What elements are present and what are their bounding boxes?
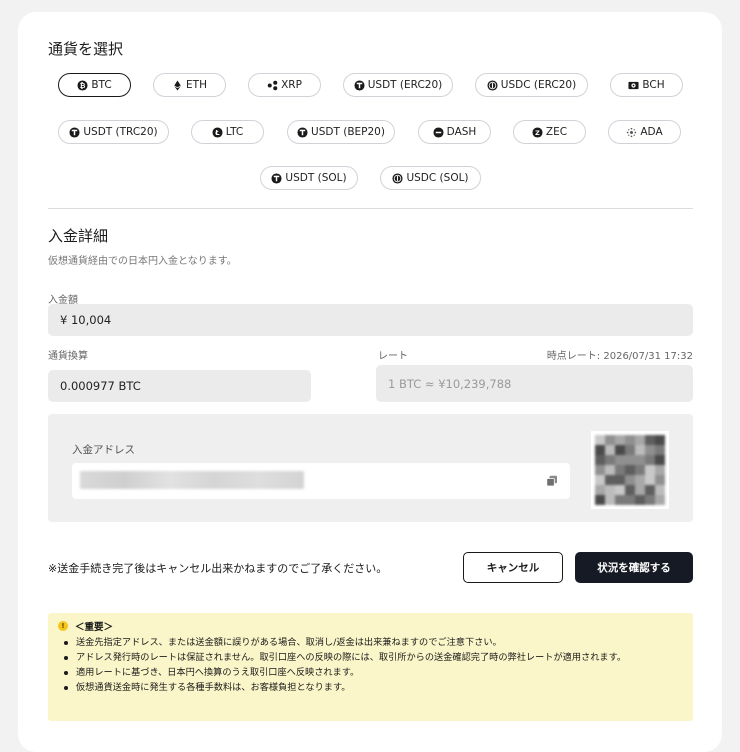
cancel-notice: ※送金手続き完了後はキャンセル出来かねますのでご了承ください。 [48,562,388,575]
currency-label: ZEC [545,126,568,138]
tether-icon [69,126,80,138]
currency-dash[interactable]: DASH [418,120,491,144]
address-label: 入金アドレス [72,444,135,456]
dash-icon [433,126,444,138]
currency-label: BTC [91,79,112,91]
currency-ada[interactable]: ADA [608,120,681,144]
cancel-button[interactable]: キャンセル [463,552,563,583]
amount-field[interactable]: ¥ 10,004 [48,304,693,336]
xrp-icon [267,80,278,90]
currency-bch[interactable]: BCH [610,73,683,97]
deposit-card: 通貨を選択 ₿ BTC ETH XRP USDT (ERC20) USDC (E… [18,12,722,752]
currency-label: USDC (SOL) [406,172,469,184]
cardano-icon [627,127,637,137]
currency-usdt-trc20[interactable]: USDT (TRC20) [58,120,169,144]
qr-code [591,431,669,509]
currency-usdc-sol[interactable]: USDC (SOL) [380,166,481,190]
bch-icon [628,81,639,89]
zcash-icon: Z [532,126,543,138]
rate-field: 1 BTC ≈ ¥10,239,788 [376,365,693,402]
currency-xrp[interactable]: XRP [248,73,321,97]
address-field[interactable] [72,463,570,499]
usdc-icon [392,172,403,184]
currency-section-title: 通貨を選択 [48,40,124,58]
currency-label: USDT (ERC20) [367,79,443,91]
svg-text:₿: ₿ [80,81,86,89]
copy-icon[interactable] [546,475,558,487]
currency-label: USDT (SOL) [285,172,347,184]
currency-label: LTC [225,126,244,138]
currency-eth[interactable]: ETH [153,73,226,97]
ethereum-icon [174,79,181,91]
currency-label: USDT (TRC20) [83,126,158,138]
conversion-field[interactable]: 0.000977 BTC [48,370,311,402]
important-item: アドレス発行時のレートは保証されません。取引口座への反映の際には、取引所からの送… [58,650,683,665]
important-heading: ＜重要＞ [75,622,114,633]
rate-timestamp: 時点レート: 2026/07/31 17:32 [546,351,693,362]
currency-label: ADA [640,126,663,138]
currency-label: USDT (BEP20) [311,126,385,138]
currency-usdt-sol[interactable]: USDT (SOL) [260,166,358,190]
deposit-section-title: 入金詳細 [48,227,109,245]
currency-label: ETH [186,79,207,91]
rate-label: レート [378,351,408,362]
svg-text:Z: Z [535,128,540,136]
currency-ltc[interactable]: Ł LTC [191,120,264,144]
important-notice-box: ! ＜重要＞ 送金先指定アドレス、または送金額に誤りがある場合、取消し/返金は出… [48,613,693,721]
important-item: 送金先指定アドレス、または送金額に誤りがある場合、取消し/返金は出来兼ねますので… [58,635,683,650]
important-item: 適用レートに基づき、日本円へ換算のうえ取引口座へ反映されます。 [58,665,683,680]
important-item: 仮想通貨送金時に発生する各種手数料は、お客様負担となります。 [58,680,683,695]
qr-code-image [595,435,665,505]
currency-label: DASH [446,126,477,138]
currency-zec[interactable]: Z ZEC [513,120,586,144]
currency-label: BCH [642,79,665,91]
tether-icon [271,172,282,184]
usdc-icon [487,79,498,91]
currency-usdc-erc20[interactable]: USDC (ERC20) [475,73,588,97]
check-status-button[interactable]: 状況を確認する [575,552,693,583]
tether-icon [354,79,365,91]
bitcoin-icon: ₿ [77,79,88,91]
address-value-blurred [80,471,304,489]
currency-usdt-bep20[interactable]: USDT (BEP20) [287,120,395,144]
section-divider [48,208,693,209]
svg-text:Ł: Ł [214,129,220,137]
currency-usdt-erc20[interactable]: USDT (ERC20) [343,73,453,97]
deposit-subtitle: 仮想通貨経由での日本円入金となります。 [48,256,237,267]
currency-btc[interactable]: ₿ BTC [58,73,131,97]
warning-icon: ! [58,621,68,631]
currency-label: USDC (ERC20) [500,79,577,91]
currency-label: XRP [281,79,302,91]
litecoin-icon: Ł [212,126,223,138]
tether-icon [297,126,308,138]
conversion-label: 通貨換算 [48,351,88,362]
